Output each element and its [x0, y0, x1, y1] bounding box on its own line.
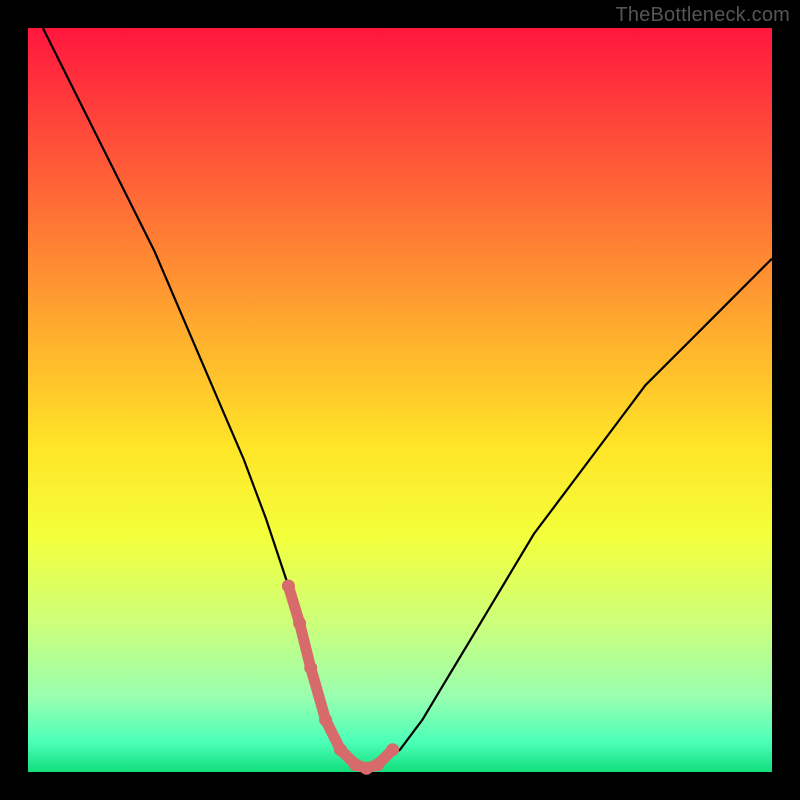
valley-curve: [288, 586, 392, 768]
chart-stage: TheBottleneck.com: [0, 0, 800, 800]
chart-svg: [28, 28, 772, 772]
bottleneck-curve: [43, 28, 772, 768]
valley-point: [386, 743, 399, 756]
valley-point: [319, 713, 332, 726]
valley-highlight: [282, 580, 399, 775]
valley-point: [293, 617, 306, 630]
valley-point: [304, 661, 317, 674]
watermark-text: TheBottleneck.com: [615, 4, 790, 27]
valley-point: [349, 758, 362, 771]
valley-point: [360, 762, 373, 775]
valley-point: [334, 743, 347, 756]
valley-point: [282, 580, 295, 593]
valley-point: [371, 758, 384, 771]
